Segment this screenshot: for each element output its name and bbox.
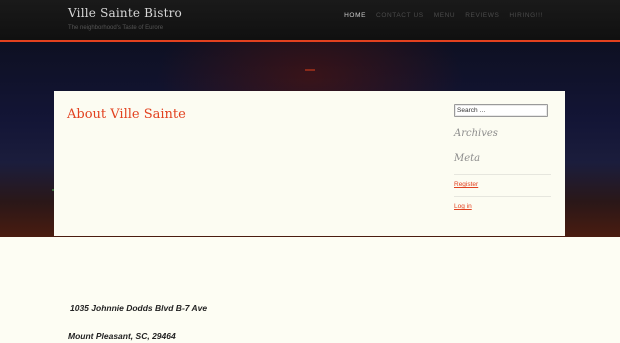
nav-item-menu[interactable]: MENU (429, 12, 461, 19)
nav-item-home[interactable]: HOME (339, 12, 371, 19)
sidebar: Archives Meta Register Log in (454, 104, 554, 210)
search-input[interactable] (454, 104, 548, 117)
site-header: Ville Sainte Bistro The neighborhood's T… (0, 0, 620, 42)
content-card: About Ville Sainte Archives Meta Registe… (54, 91, 565, 236)
login-link[interactable]: Log in (454, 203, 472, 210)
nav-item-contact-us[interactable]: CONTACT US (371, 12, 429, 19)
address-street: 1035 Johnnie Dodds Blvd B-7 Ave (70, 303, 208, 313)
register-link[interactable]: Register (454, 181, 478, 188)
main-nav: HOME CONTACT US MENU REVIEWS HIRING!!! (339, 12, 548, 19)
hero-decoration (305, 69, 315, 71)
meta-widget-title: Meta (454, 153, 481, 164)
archives-widget-title: Archives (454, 128, 498, 139)
page-title: About Ville Sainte (67, 107, 186, 122)
nav-item-hiring[interactable]: HIRING!!! (504, 12, 548, 19)
site-title[interactable]: Ville Sainte Bistro (68, 6, 182, 20)
nav-item-reviews[interactable]: REVIEWS (460, 12, 504, 19)
meta-divider (454, 196, 551, 197)
site-tagline: The neighborhood's Taste of Eurore (68, 25, 164, 31)
address-city: Mount Pleasant, SC, 29464 (68, 331, 176, 341)
meta-divider (454, 174, 551, 175)
